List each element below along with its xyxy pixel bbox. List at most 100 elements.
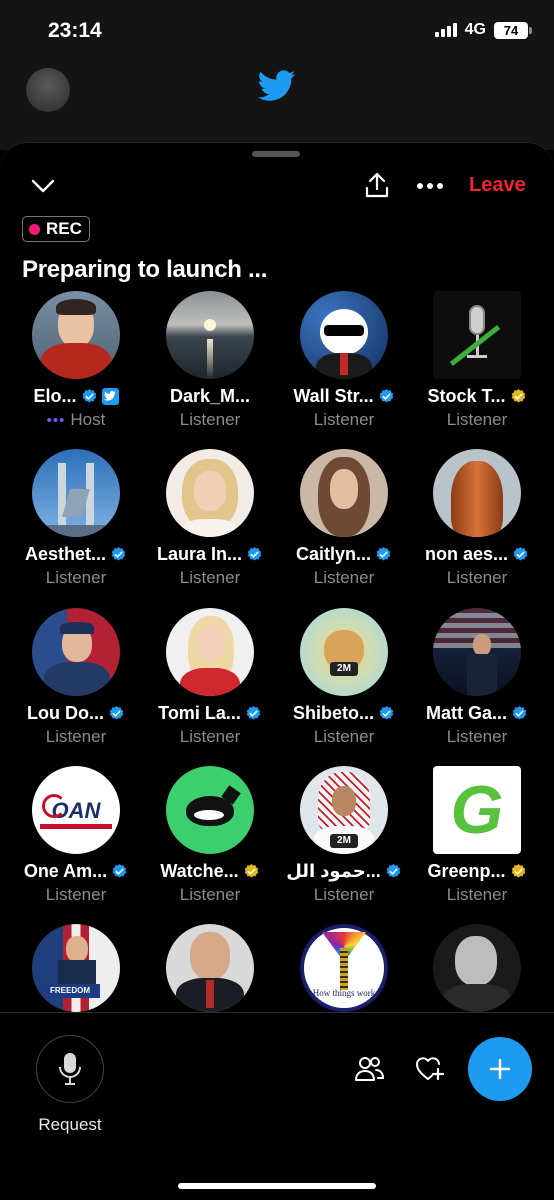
participant-tile[interactable]: G Greenp... Listener [410, 766, 544, 905]
participant-role: Listener [446, 885, 508, 904]
plus-icon [489, 1058, 511, 1080]
participant-tile[interactable]: Dark_M... Listener [143, 291, 277, 430]
participant-tile[interactable]: How things work [277, 924, 411, 1012]
participant-role: Host [70, 410, 106, 429]
people-button[interactable] [354, 1055, 385, 1083]
avatar-logo-text: How things work [312, 988, 376, 998]
network-label: 4G [464, 21, 486, 38]
participant-tile[interactable]: Elo... ••• Host [9, 291, 143, 430]
participant-name: Matt Ga... [425, 702, 507, 723]
participant-tile[interactable]: 2M Shibeto... Listener [277, 608, 411, 747]
participant-avatar[interactable] [433, 291, 521, 379]
verified-gold-badge-icon [511, 388, 525, 403]
participant-name: Aesthet... [24, 543, 107, 564]
twitter-bird-icon [258, 70, 296, 101]
participant-tile[interactable] [410, 924, 544, 1012]
participant-tile[interactable]: Matt Ga... Listener [410, 608, 544, 747]
participant-avatar[interactable]: OAN [32, 766, 120, 854]
participant-avatar[interactable]: G [433, 766, 521, 854]
participant-role: Listener [179, 568, 241, 587]
participant-avatar[interactable]: 2M [300, 608, 388, 696]
participant-tile[interactable]: Laura In... Listener [143, 449, 277, 588]
more-icon [417, 183, 443, 189]
share-icon [365, 172, 389, 198]
participant-avatar[interactable] [433, 449, 521, 537]
avatar-logo-text: 2M [330, 834, 358, 848]
verified-badge-icon [512, 705, 527, 720]
status-time: 23:14 [48, 19, 102, 42]
background-page [0, 60, 554, 150]
participant-role: Listener [45, 727, 107, 746]
participant-tile[interactable]: Caitlyn... Listener [277, 449, 411, 588]
react-button[interactable] [415, 1055, 445, 1083]
space-title: Preparing to launch ... [22, 256, 268, 283]
participant-role: Listener [179, 410, 241, 429]
participant-avatar[interactable]: FREEDOM [32, 924, 120, 1012]
participant-role: Listener [179, 727, 241, 746]
avatar-logo-text: FREEDOM [40, 984, 100, 998]
profile-avatar[interactable] [26, 68, 70, 112]
participant-avatar[interactable] [433, 608, 521, 696]
participant-role: Listener [179, 885, 241, 904]
participant-avatar[interactable] [32, 291, 120, 379]
leave-button[interactable]: Leave [469, 174, 526, 197]
participant-avatar[interactable] [433, 924, 521, 1012]
participant-role: Listener [446, 727, 508, 746]
recording-badge: REC [22, 216, 90, 242]
participant-tile[interactable]: non aes... Listener [410, 449, 544, 588]
participant-tile[interactable]: FREEDOM [9, 924, 143, 1012]
participant-avatar[interactable] [166, 449, 254, 537]
participant-avatar[interactable] [166, 924, 254, 1012]
participant-role: Listener [313, 885, 375, 904]
participant-name: Wall Str... [293, 385, 374, 406]
verified-badge-icon [112, 863, 127, 878]
participant-name: One Am... [23, 860, 108, 881]
participant-avatar[interactable] [166, 766, 254, 854]
verified-badge-icon [379, 388, 393, 403]
participant-avatar[interactable]: 2M [300, 766, 388, 854]
participant-tile[interactable] [143, 924, 277, 1012]
more-options-button[interactable] [414, 171, 446, 201]
participant-role: Listener [45, 568, 107, 587]
participant-name: Caitlyn... [295, 543, 371, 564]
participant-avatar[interactable]: How things work [300, 924, 388, 1012]
verified-badge-icon [111, 546, 126, 561]
participant-tile[interactable]: OAN One Am... Listener [9, 766, 143, 905]
participant-avatar[interactable] [300, 449, 388, 537]
heart-plus-icon [416, 1057, 445, 1081]
participant-name: Dark_M... [169, 385, 251, 406]
participant-tile[interactable]: Watche... Listener [143, 766, 277, 905]
participant-tile[interactable]: 2M حمود الل... Listener [277, 766, 411, 905]
request-mic-button[interactable] [36, 1035, 104, 1103]
verified-badge-icon [82, 388, 96, 403]
sheet-grabber[interactable] [252, 151, 300, 157]
participant-tile[interactable]: Stock T... Listener [410, 291, 544, 430]
compose-button[interactable] [468, 1037, 532, 1101]
verified-badge-icon [379, 705, 394, 720]
share-button[interactable] [362, 169, 392, 201]
verified-badge-icon [376, 546, 391, 561]
status-bar: 23:14 4G 74 [0, 0, 554, 60]
participant-avatar[interactable] [166, 291, 254, 379]
people-icon [355, 1057, 385, 1081]
participant-avatar[interactable] [32, 449, 120, 537]
participant-avatar[interactable] [32, 608, 120, 696]
participant-tile[interactable]: Lou Do... Listener [9, 608, 143, 747]
space-sheet: Leave REC Preparing to launch ... Elo...… [0, 142, 554, 1200]
participant-grid: Elo... ••• Host Dark_M... Listener Wall Str..… [0, 291, 554, 1013]
verified-badge-icon [109, 705, 124, 720]
participant-name: non aes... [424, 543, 509, 564]
participant-tile[interactable]: Tomi La... Listener [143, 608, 277, 747]
chevron-down-icon [31, 179, 55, 193]
microphone-icon [59, 1053, 81, 1085]
record-dot-icon [29, 223, 40, 235]
signal-icon [434, 23, 457, 37]
battery-icon: 74 [494, 21, 532, 39]
participant-avatar[interactable] [300, 291, 388, 379]
participant-tile[interactable]: Aesthet... Listener [9, 449, 143, 588]
verified-badge-icon [247, 546, 262, 561]
participant-avatar[interactable] [166, 608, 254, 696]
participant-tile[interactable]: Wall Str... Listener [277, 291, 411, 430]
verified-badge-icon [246, 705, 261, 720]
collapse-button[interactable] [28, 171, 58, 201]
